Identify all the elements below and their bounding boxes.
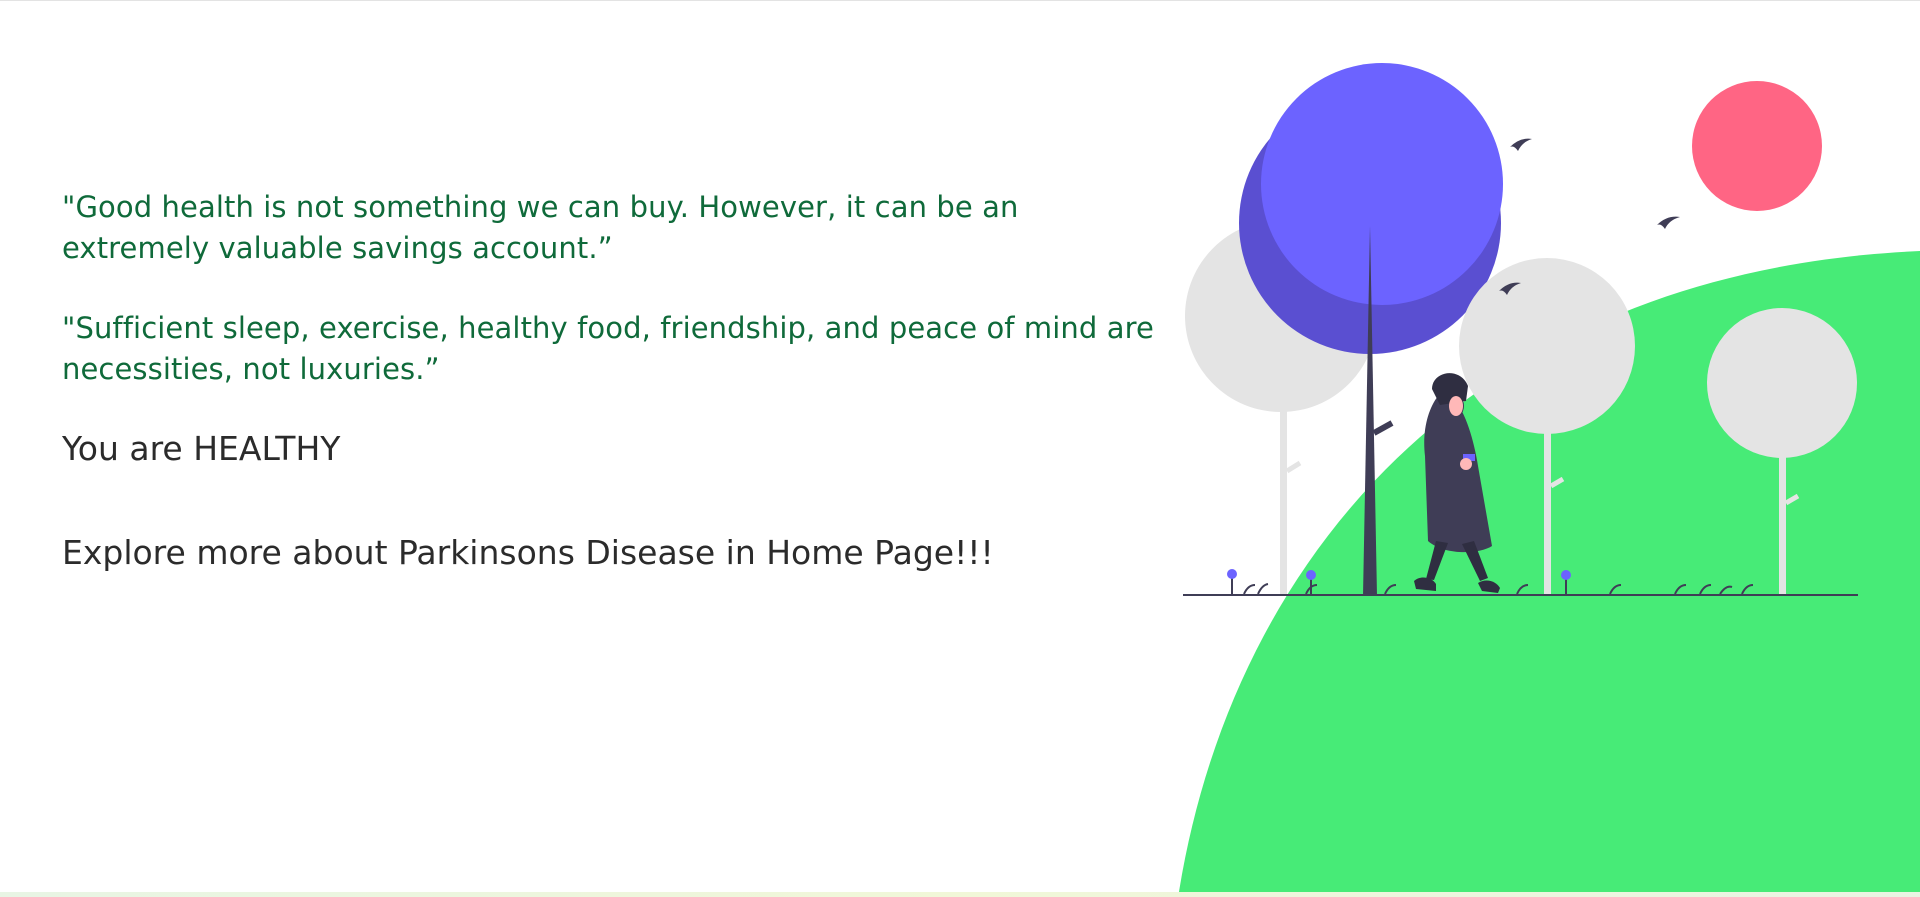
health-quote-2: "Sufficient sleep, exercise, healthy foo… — [62, 311, 1154, 386]
purple-tree-highlight — [1261, 63, 1503, 305]
bottom-strip — [0, 892, 1920, 897]
walking-in-park-illustration — [1178, 63, 1920, 897]
grey-tree-right — [1707, 308, 1857, 458]
bird-1-icon — [1510, 138, 1532, 151]
result-content: "Good health is not something we can buy… — [62, 187, 1162, 573]
sun-circle — [1692, 81, 1822, 211]
grey-tree-middle — [1459, 258, 1635, 434]
grey-tree-right-trunk — [1779, 456, 1786, 596]
result-page: "Good health is not something we can buy… — [0, 0, 1920, 897]
health-status-text: You are HEALTHY — [62, 429, 341, 468]
explore-home-text: Explore more about Parkinsons Disease in… — [62, 533, 994, 572]
flower-1 — [1227, 569, 1237, 594]
grey-tree-middle-trunk — [1544, 431, 1551, 596]
bird-2-icon — [1657, 216, 1680, 229]
health-quote-1: "Good health is not something we can buy… — [62, 190, 1019, 265]
grey-tree-left-trunk — [1280, 411, 1287, 596]
